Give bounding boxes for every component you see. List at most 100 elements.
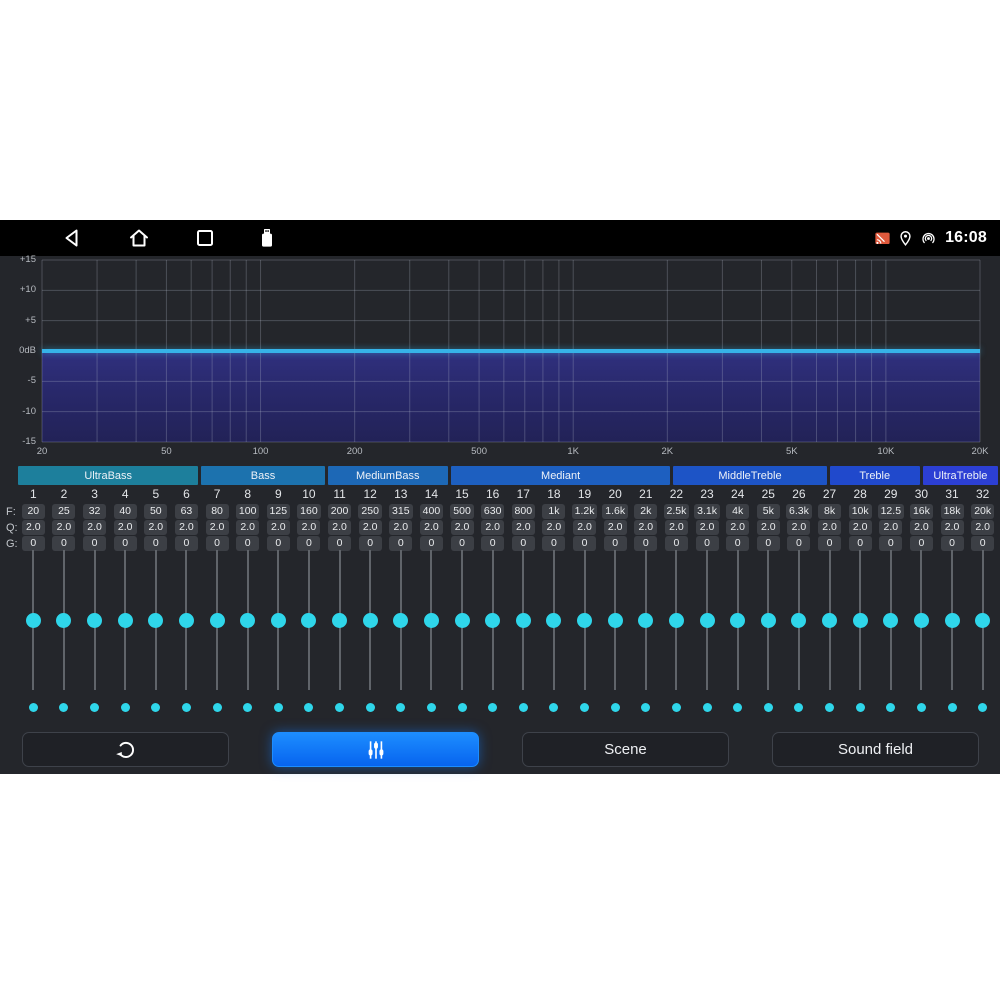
band-dot[interactable] [488, 703, 497, 712]
back-icon[interactable] [61, 226, 85, 250]
eq-slider[interactable] [324, 550, 355, 696]
eq-slider[interactable] [447, 550, 478, 696]
band-dot[interactable] [672, 703, 681, 712]
eq-slider-knob[interactable] [669, 613, 684, 628]
eq-slider-knob[interactable] [516, 613, 531, 628]
eq-slider[interactable] [600, 550, 631, 696]
eq-slider[interactable] [263, 550, 294, 696]
band-dot[interactable] [519, 703, 528, 712]
eq-slider[interactable] [18, 550, 49, 696]
recents-icon[interactable] [193, 226, 217, 250]
eq-slider-knob[interactable] [424, 613, 439, 628]
eq-slider-knob[interactable] [791, 613, 806, 628]
band-dot[interactable] [335, 703, 344, 712]
eq-slider[interactable] [539, 550, 570, 696]
sound-field-button[interactable]: Sound field [772, 732, 979, 767]
eq-slider[interactable] [784, 550, 815, 696]
scene-button[interactable]: Scene [522, 732, 729, 767]
band-dot[interactable] [121, 703, 130, 712]
band-dot[interactable] [794, 703, 803, 712]
eq-slider[interactable] [477, 550, 508, 696]
equalizer-button[interactable] [272, 732, 479, 767]
band-dot[interactable] [274, 703, 283, 712]
eq-slider[interactable] [294, 550, 325, 696]
eq-slider-knob[interactable] [975, 613, 990, 628]
band-dot[interactable] [611, 703, 620, 712]
eq-slider-knob[interactable] [87, 613, 102, 628]
eq-slider-knob[interactable] [853, 613, 868, 628]
eq-slider-knob[interactable] [822, 613, 837, 628]
eq-slider[interactable] [49, 550, 80, 696]
eq-slider[interactable] [814, 550, 845, 696]
band-dot[interactable] [978, 703, 987, 712]
eq-slider-knob[interactable] [26, 613, 41, 628]
eq-slider[interactable] [232, 550, 263, 696]
home-icon[interactable] [127, 226, 151, 250]
eq-slider-knob[interactable] [761, 613, 776, 628]
eq-slider-knob[interactable] [914, 613, 929, 628]
eq-slider[interactable] [631, 550, 662, 696]
band-dot[interactable] [549, 703, 558, 712]
eq-slider[interactable] [569, 550, 600, 696]
band-dot[interactable] [396, 703, 405, 712]
eq-slider[interactable] [967, 550, 998, 696]
band-dot[interactable] [59, 703, 68, 712]
band-dot[interactable] [90, 703, 99, 712]
eq-slider-knob[interactable] [210, 613, 225, 628]
band-dot[interactable] [856, 703, 865, 712]
eq-slider-knob[interactable] [301, 613, 316, 628]
eq-slider[interactable] [906, 550, 937, 696]
eq-slider[interactable] [692, 550, 723, 696]
eq-slider-knob[interactable] [638, 613, 653, 628]
eq-slider[interactable] [386, 550, 417, 696]
band-dot[interactable] [213, 703, 222, 712]
eq-slider-knob[interactable] [577, 613, 592, 628]
eq-slider[interactable] [661, 550, 692, 696]
band-dot[interactable] [825, 703, 834, 712]
band-dot[interactable] [580, 703, 589, 712]
eq-slider-knob[interactable] [883, 613, 898, 628]
eq-slider[interactable] [355, 550, 386, 696]
usb-icon[interactable] [255, 226, 279, 250]
band-dot[interactable] [886, 703, 895, 712]
eq-slider-knob[interactable] [393, 613, 408, 628]
eq-slider-knob[interactable] [118, 613, 133, 628]
eq-slider-knob[interactable] [179, 613, 194, 628]
eq-slider-knob[interactable] [546, 613, 561, 628]
band-dot[interactable] [243, 703, 252, 712]
band-dot[interactable] [948, 703, 957, 712]
eq-slider-knob[interactable] [485, 613, 500, 628]
band-dot[interactable] [151, 703, 160, 712]
eq-slider-knob[interactable] [240, 613, 255, 628]
eq-slider[interactable] [110, 550, 141, 696]
eq-slider[interactable] [416, 550, 447, 696]
band-dot[interactable] [458, 703, 467, 712]
eq-slider-knob[interactable] [608, 613, 623, 628]
band-dot[interactable] [304, 703, 313, 712]
eq-slider-knob[interactable] [700, 613, 715, 628]
eq-slider[interactable] [508, 550, 539, 696]
eq-slider[interactable] [202, 550, 233, 696]
eq-slider[interactable] [79, 550, 110, 696]
eq-slider[interactable] [722, 550, 753, 696]
reset-button[interactable] [22, 732, 229, 767]
band-dot[interactable] [29, 703, 38, 712]
eq-slider[interactable] [876, 550, 907, 696]
band-dot[interactable] [641, 703, 650, 712]
band-dot[interactable] [366, 703, 375, 712]
eq-slider-knob[interactable] [363, 613, 378, 628]
eq-slider[interactable] [753, 550, 784, 696]
eq-slider[interactable] [171, 550, 202, 696]
band-dot[interactable] [182, 703, 191, 712]
eq-slider-knob[interactable] [455, 613, 470, 628]
eq-slider[interactable] [937, 550, 968, 696]
eq-slider[interactable] [141, 550, 172, 696]
eq-slider-knob[interactable] [332, 613, 347, 628]
band-dot[interactable] [733, 703, 742, 712]
band-dot[interactable] [427, 703, 436, 712]
eq-slider-knob[interactable] [271, 613, 286, 628]
eq-slider-knob[interactable] [148, 613, 163, 628]
eq-slider-knob[interactable] [945, 613, 960, 628]
band-dot[interactable] [703, 703, 712, 712]
eq-slider[interactable] [845, 550, 876, 696]
